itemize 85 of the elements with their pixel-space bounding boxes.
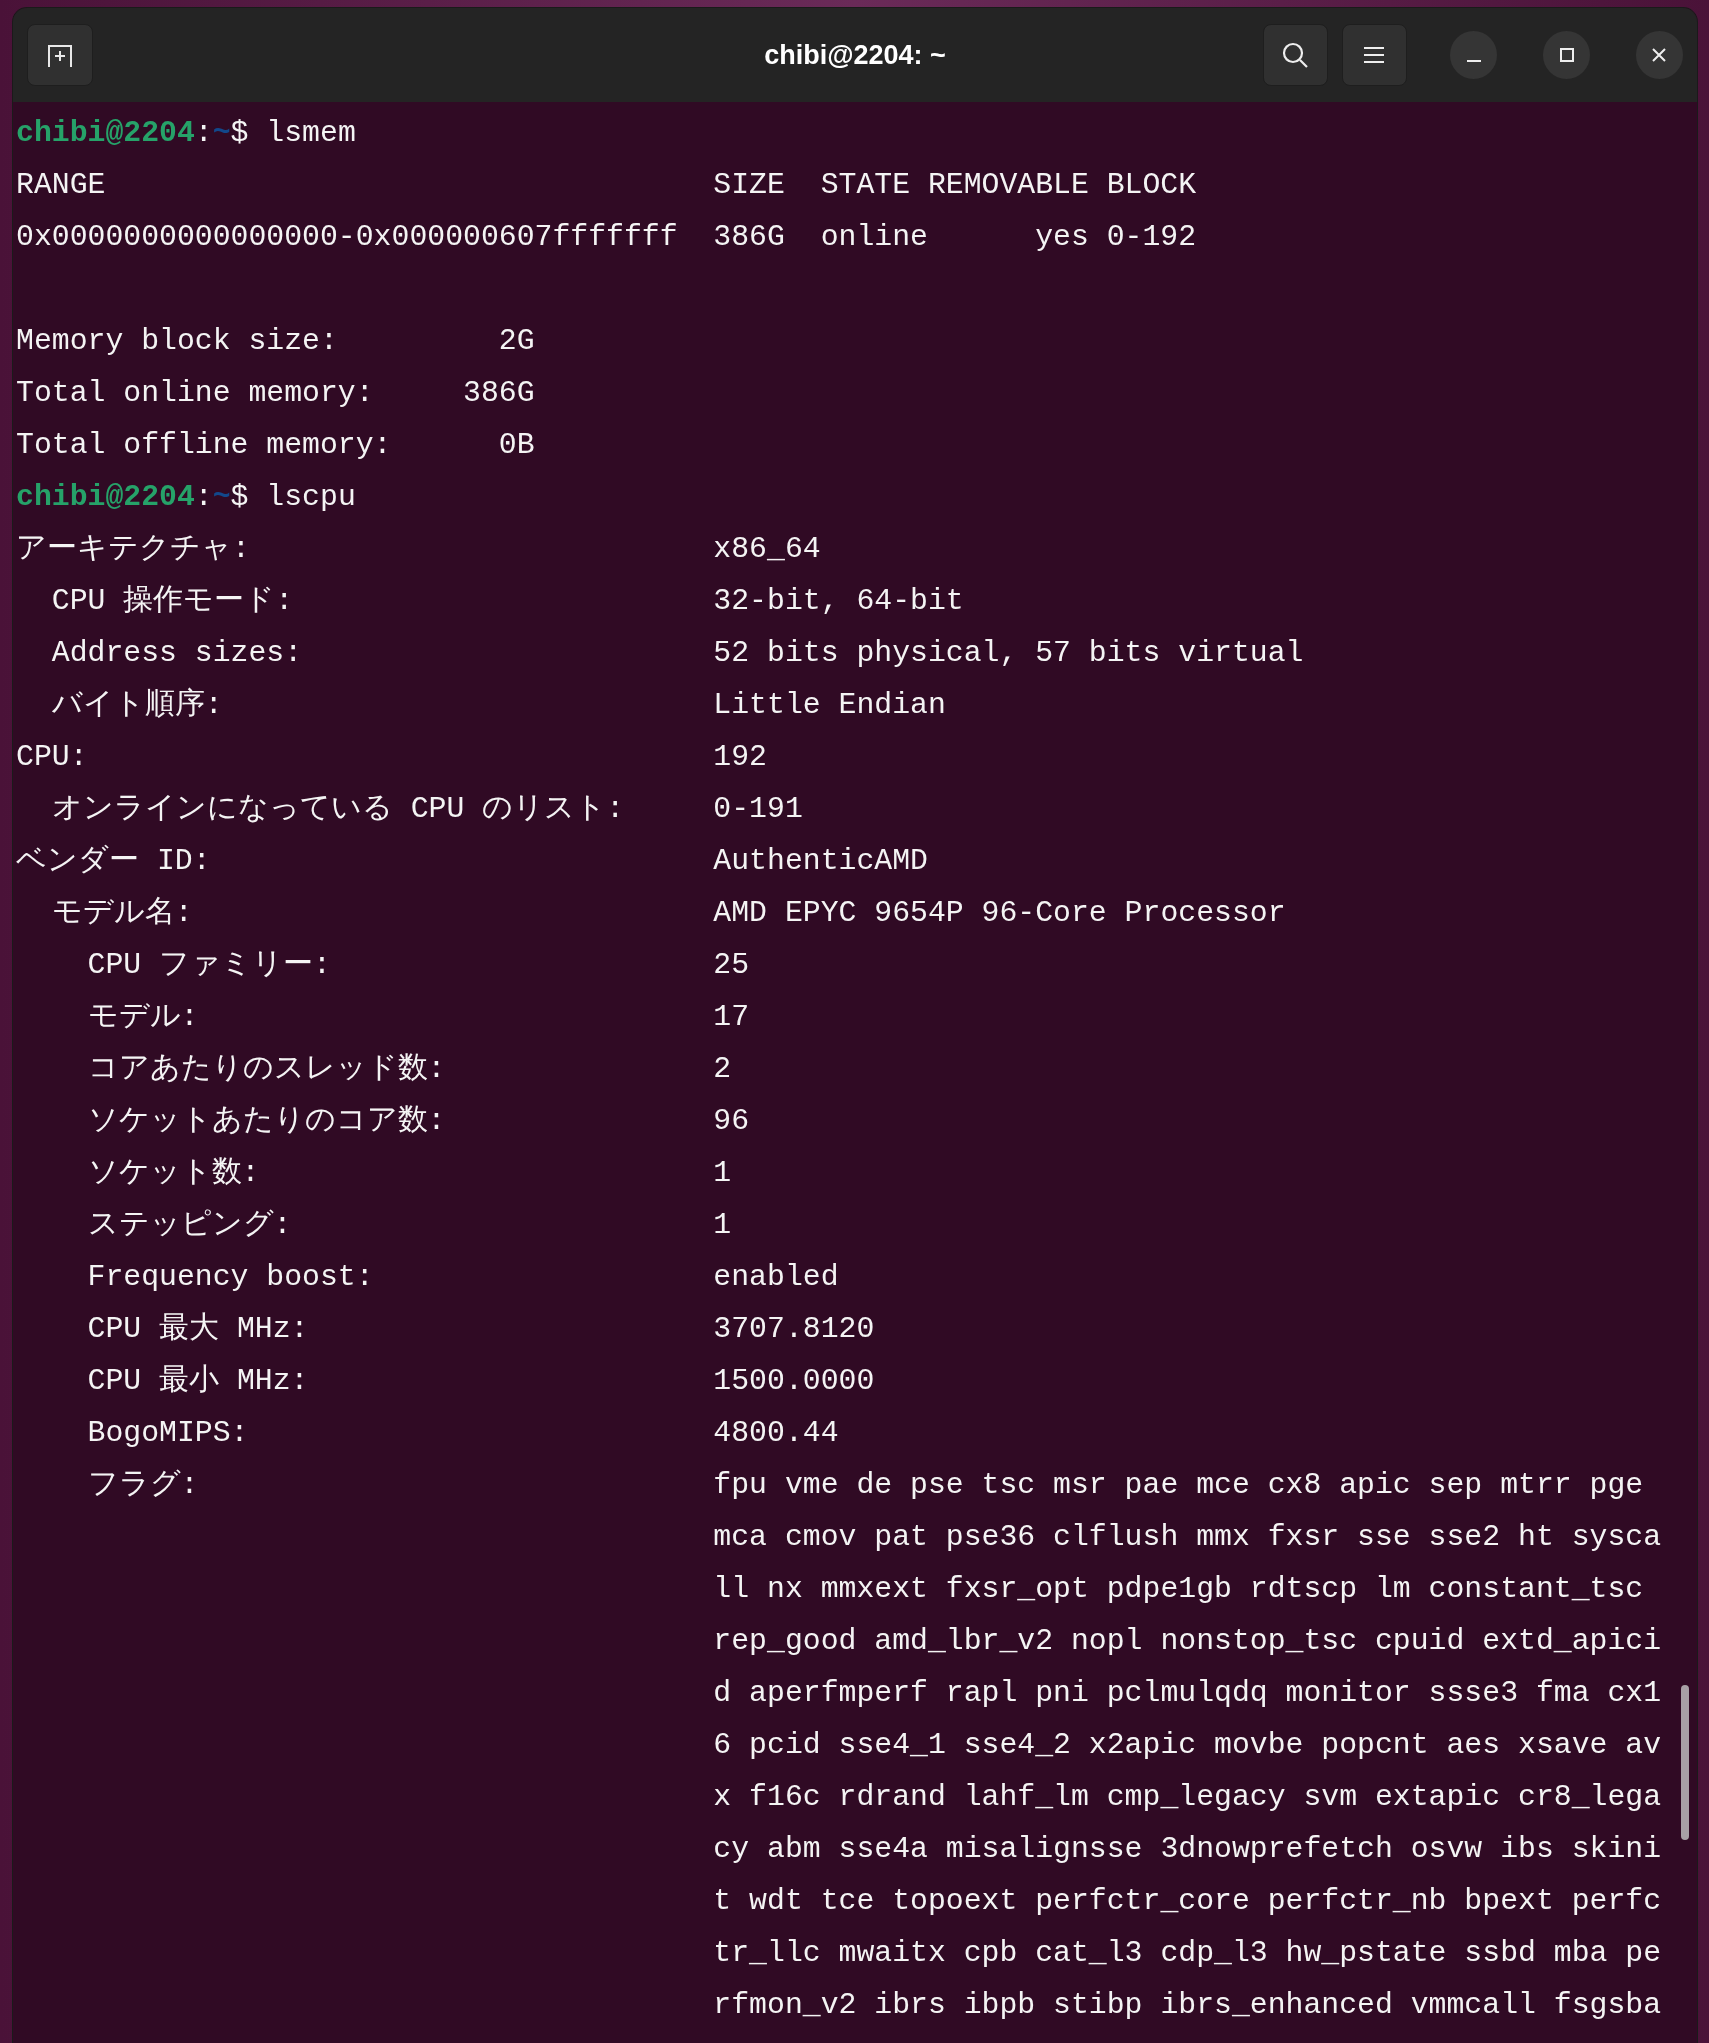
summary-value: 2G — [498, 324, 535, 358]
summary-label: Total offline memory: — [16, 428, 392, 462]
prompt-symbol: $ — [230, 479, 249, 516]
field-value: tr_llc mwaitx cpb cat_l3 cdp_l3 hw_pstate ssbd mba pe — [713, 1935, 1662, 1972]
column-header: STATE — [820, 167, 911, 204]
column-header: REMOVABLE — [927, 167, 1089, 204]
field-value: 17 — [713, 999, 750, 1036]
command-text: lscpu — [266, 479, 356, 516]
close-button[interactable] — [1635, 31, 1683, 79]
maximize-button[interactable] — [1543, 31, 1591, 79]
close-icon — [1651, 47, 1668, 63]
field-label: Address sizes: — [51, 636, 303, 670]
prompt-symbol: $ — [230, 115, 249, 152]
table-cell-text: online — [820, 219, 928, 256]
field-value: AMD EPYC 9654P 96-Core Processor — [713, 895, 1286, 932]
field-value: ll nx mmxext fxsr_opt pdpe1gb rdtscp lm constant_tsc — [713, 1571, 1644, 1608]
field-value: 6 pcid sse4_1 sse4_2 x2apic movbe popcnt aes xsave av — [713, 1727, 1662, 1764]
field-label: CPU: — [16, 740, 88, 774]
field-label: オンラインになっている CPU のリスト: — [51, 792, 625, 826]
table-cell-text: 386G — [713, 219, 785, 256]
field-label: CPU 最大 MHz: — [87, 1312, 309, 1346]
field-value: 96 — [713, 1103, 750, 1140]
field-value: 1500.0000 — [713, 1363, 875, 1400]
field-label: ステッピング: — [87, 1208, 292, 1242]
field-value: 192 — [713, 739, 767, 776]
field-value: enabled — [713, 1259, 839, 1296]
summary-value: 386G — [463, 376, 535, 410]
field-value: 1 — [713, 1155, 732, 1192]
field-value: rfmon_v2 ibrs ibpb stibp ibrs_enhanced vmmcall fsgsba — [713, 1987, 1662, 2024]
field-label: フラグ: — [87, 1468, 199, 1502]
field-value: mca cmov pat pse36 clflush mmx fxsr sse sse2 ht sysca — [713, 1519, 1662, 1556]
window-title: chibi@2204: ~ — [764, 38, 946, 72]
field-value: t wdt tce topoext perfctr_core perfctr_nb bpext perfc — [713, 1883, 1662, 1920]
table-cell-text: 0x0000000000000000-0x000000607fffffff — [16, 219, 678, 256]
field-value: 52 bits physical, 57 bits virtual — [713, 635, 1304, 672]
prompt-path: ~ — [212, 115, 231, 152]
field-value: 32-bit, 64-bit — [713, 583, 964, 620]
prompt-path: ~ — [212, 479, 231, 516]
field-label: アーキテクチャ: — [16, 532, 250, 566]
new-tab-button[interactable] — [27, 24, 93, 86]
field-value: rep_good amd_lbr_v2 nopl nonstop_tsc cpuid extd_apici — [713, 1623, 1662, 1660]
command-text: lsmem — [266, 115, 356, 152]
column-header: RANGE — [16, 167, 106, 204]
field-value: x86_64 — [713, 531, 821, 568]
prompt-separator: : — [194, 479, 213, 516]
field-label: BogoMIPS: — [87, 1416, 249, 1450]
summary-value: 0B — [498, 428, 535, 462]
summary-label: Total online memory: — [16, 376, 374, 410]
field-value: 3707.8120 — [713, 1311, 875, 1348]
table-cell-text: yes — [1035, 219, 1089, 256]
field-value: d aperfmperf rapl pni pclmulqdq monitor ssse3 fma cx1 — [713, 1675, 1662, 1712]
field-label: モデル: — [87, 1000, 199, 1034]
field-label: ソケット数: — [87, 1156, 260, 1190]
summary-label: Memory block size: — [16, 324, 338, 358]
field-label: モデル名: — [51, 896, 193, 930]
field-label: Frequency boost: — [87, 1260, 374, 1294]
column-header: SIZE — [713, 167, 785, 204]
scrollbar-thumb[interactable] — [1681, 1685, 1689, 1840]
search-button[interactable] — [1263, 24, 1328, 86]
maximize-icon — [1558, 47, 1575, 63]
field-label: CPU ファミリー: — [87, 948, 331, 982]
field-value: AuthenticAMD — [713, 843, 928, 880]
field-label: CPU 最小 MHz: — [87, 1364, 309, 1398]
field-value: 25 — [713, 947, 750, 984]
field-label: コアあたりのスレッド数: — [87, 1052, 446, 1086]
field-value: fpu vme de pse tsc msr pae mce cx8 apic sep mtrr pge — [713, 1467, 1644, 1504]
field-value: 2 — [713, 1051, 732, 1088]
prompt-separator: : — [194, 115, 213, 152]
field-value: Little Endian — [713, 687, 946, 724]
field-value: 0-191 — [713, 791, 803, 828]
prompt-user-host: chibi@2204 — [16, 479, 195, 516]
menu-button[interactable] — [1341, 24, 1407, 86]
field-label: バイト順序: — [51, 688, 223, 722]
field-label: ソケットあたりのコア数: — [87, 1104, 446, 1138]
menu-icon — [1362, 45, 1387, 65]
field-label: CPU 操作モード: — [51, 584, 294, 618]
minimize-icon — [1466, 60, 1481, 62]
table-cell-text: 0-192 — [1106, 219, 1197, 256]
prompt-user-host: chibi@2204 — [16, 115, 195, 152]
field-label: ベンダー ID: — [16, 844, 211, 878]
field-value: cy abm sse4a misalignsse 3dnowprefetch osvw ibs skini — [713, 1831, 1662, 1868]
field-value: 1 — [713, 1207, 732, 1244]
column-header: BLOCK — [1106, 167, 1197, 204]
field-value: x f16c rdrand lahf_lm cmp_legacy svm extapic cr8_lega — [713, 1779, 1662, 1816]
field-value: 4800.44 — [713, 1415, 839, 1452]
